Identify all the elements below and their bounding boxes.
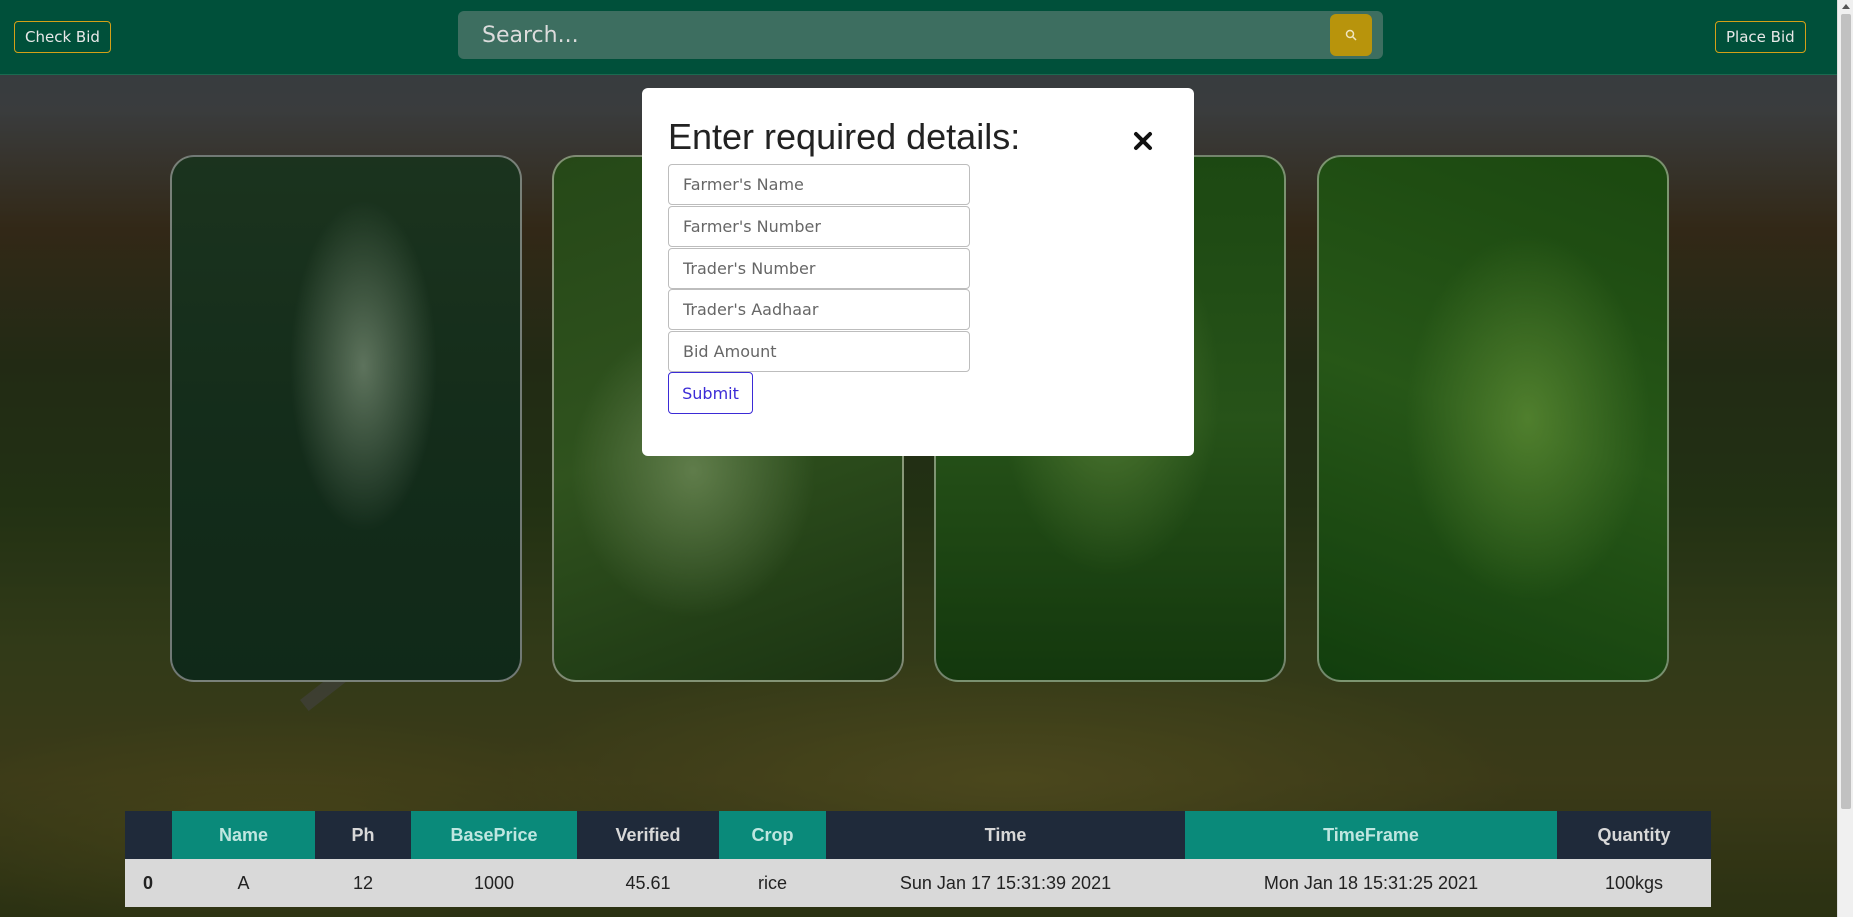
search-icon (1345, 29, 1357, 41)
table-header-row: Name Ph BasePrice Verified Crop Time Tim… (125, 811, 1711, 859)
card-overlay (1319, 157, 1667, 680)
crop-image-1[interactable] (170, 155, 522, 682)
header-timeframe: TimeFrame (1185, 811, 1557, 859)
trader-aadhaar-field[interactable] (668, 289, 970, 330)
scrollbar-thumb[interactable] (1841, 14, 1851, 809)
crop-table: Name Ph BasePrice Verified Crop Time Tim… (125, 811, 1711, 917)
crop-image-4[interactable] (1317, 155, 1669, 682)
page-scrollbar[interactable] (1837, 0, 1853, 917)
bid-amount-field[interactable] (668, 331, 970, 372)
header-quantity: Quantity (1557, 811, 1711, 859)
submit-button[interactable]: Submit (668, 372, 753, 414)
card-overlay (172, 157, 520, 680)
header-name: Name (172, 811, 315, 859)
trader-number-field[interactable] (668, 248, 970, 289)
place-bid-button[interactable]: Place Bid (1715, 21, 1806, 53)
search-bar (458, 11, 1383, 59)
cell-name: A (172, 859, 315, 907)
header-baseprice: BasePrice (411, 811, 577, 859)
cell-timeframe: Mon Jan 18 15:31:25 2021 (1185, 859, 1557, 907)
cell-index: 0 (125, 859, 172, 907)
navbar: Check Bid Place Bid (0, 0, 1837, 75)
header-ph: Ph (315, 811, 411, 859)
modal-title: Enter required details: (668, 116, 1021, 157)
header-crop: Crop (719, 811, 826, 859)
scroll-up-arrow-icon[interactable] (1842, 4, 1850, 9)
farmer-number-field[interactable] (668, 206, 970, 247)
cell-verified: 45.61 (577, 859, 719, 907)
close-icon[interactable] (1132, 130, 1154, 152)
bid-details-modal: Enter required details: Submit (642, 88, 1194, 456)
cell-time: Sun Jan 17 15:31:39 2021 (826, 859, 1185, 907)
header-time: Time (826, 811, 1185, 859)
search-input[interactable] (458, 11, 1328, 59)
table-row: 0 A 12 1000 45.61 rice Sun Jan 17 15:31:… (125, 859, 1711, 907)
farmer-name-field[interactable] (668, 164, 970, 205)
header-verified: Verified (577, 811, 719, 859)
cell-quantity: 100kgs (1557, 859, 1711, 907)
search-button[interactable] (1330, 14, 1372, 56)
cell-crop: rice (719, 859, 826, 907)
check-bid-button[interactable]: Check Bid (14, 21, 111, 53)
cell-baseprice: 1000 (411, 859, 577, 907)
header-index (125, 811, 172, 859)
cell-ph: 12 (315, 859, 411, 907)
